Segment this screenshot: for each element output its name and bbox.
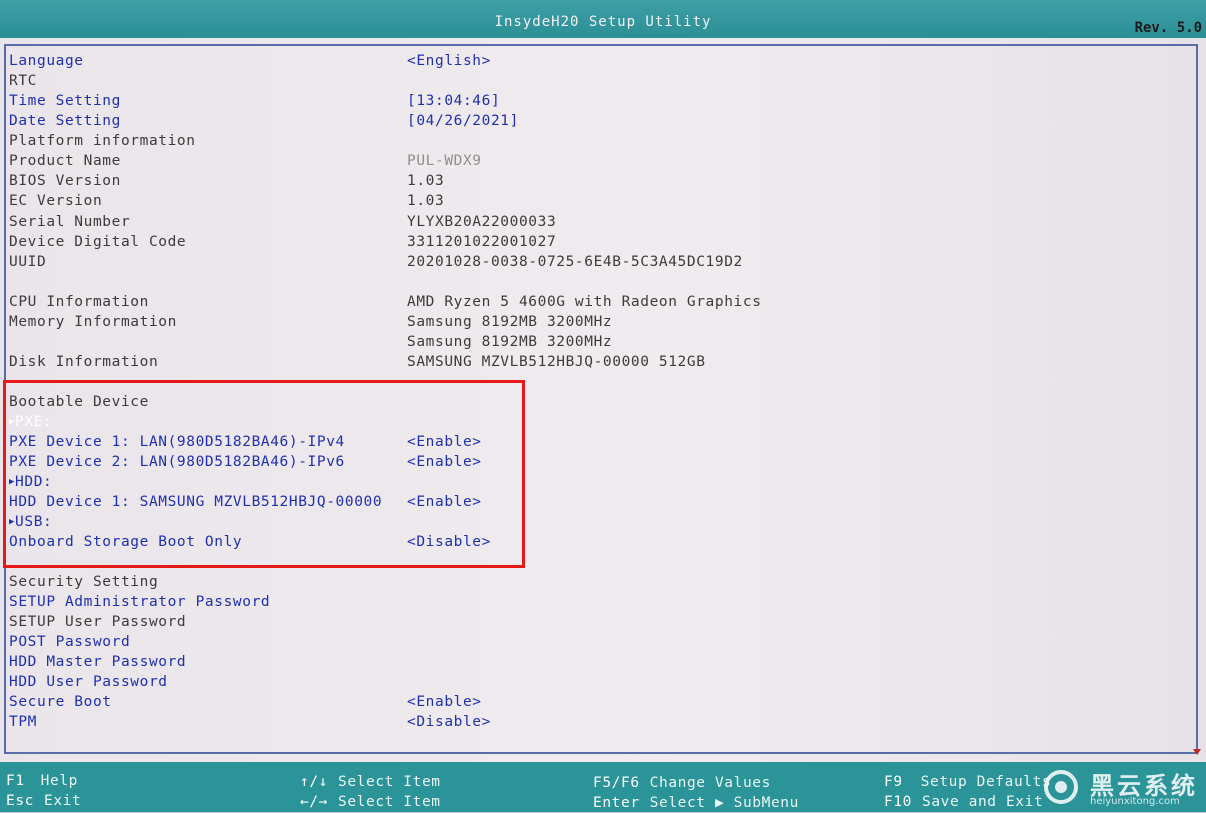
f5-f6-key: F5/F6	[593, 775, 640, 791]
exit-hint: Esc Exit	[6, 791, 81, 811]
time-setting-label: Time Setting	[9, 93, 121, 109]
ec-version-row: EC Version 1.03	[9, 191, 789, 211]
save-exit-hint: F10 Save and Exit	[884, 792, 1043, 812]
hdd-master-password-row[interactable]: HDD Master Password	[9, 652, 789, 672]
uuid-row: UUID 20201028-0038-0725-6E4B-5C3A45DC19D…	[9, 252, 789, 272]
memory-information-value-1: Samsung 8192MB 3200MHz	[407, 314, 613, 330]
device-digital-code-value: 3311201022001027	[407, 234, 557, 250]
select-item-desc: Select Item	[338, 794, 441, 810]
memory-information-label: Memory Information	[9, 314, 177, 330]
change-values-hint: F5/F6 Change Values	[593, 773, 771, 793]
watermark-logo: 黑云系统 heiyunxitong.com	[1040, 764, 1206, 812]
device-digital-code-row: Device Digital Code 3311201022001027	[9, 232, 789, 252]
submenu-hint: Enter Select ▶ SubMenu	[593, 793, 799, 813]
serial-number-row: Serial Number YLYXB20A22000033	[9, 212, 789, 232]
serial-number-value: YLYXB20A22000033	[407, 214, 557, 230]
select-item-desc: Select Item	[338, 774, 441, 790]
memory-information-row: Memory Information Samsung 8192MB 3200MH…	[9, 312, 789, 332]
time-setting-value[interactable]: [13:04:46]	[407, 91, 500, 111]
uuid-label: UUID	[9, 254, 47, 270]
cpu-information-value: AMD Ryzen 5 4600G with Radeon Graphics	[407, 294, 762, 310]
uuid-value: 20201028-0038-0725-6E4B-5C3A45DC19D2	[407, 254, 743, 270]
f9-key: F9	[884, 774, 903, 790]
select-item-horizontal-hint: ←/→ Select Item	[300, 792, 441, 812]
select-item-vertical-hint: ↑/↓ Select Item	[300, 772, 441, 792]
security-setting-heading: Security Setting	[9, 572, 789, 592]
platform-information-heading: Platform information	[9, 131, 789, 151]
security-setting-label: Security Setting	[9, 574, 159, 590]
post-password-row[interactable]: POST Password	[9, 632, 789, 652]
watermark-url: heiyunxitong.com	[1090, 796, 1180, 807]
title-bar: InsydeH20 Setup Utility Rev. 5.0	[0, 0, 1206, 38]
device-digital-code-label: Device Digital Code	[9, 234, 187, 250]
memory-information-value-2: Samsung 8192MB 3200MHz	[407, 334, 613, 350]
serial-number-label: Serial Number	[9, 214, 131, 230]
ec-version-value: 1.03	[407, 193, 445, 209]
memory-information-row-2: Samsung 8192MB 3200MHz	[9, 332, 789, 352]
esc-desc: Exit	[44, 793, 82, 809]
swirl-logo-icon	[1044, 770, 1078, 804]
setup-user-password-label: SETUP User Password	[9, 614, 187, 630]
cpu-information-row: CPU Information AMD Ryzen 5 4600G with R…	[9, 292, 789, 312]
platform-information-label: Platform information	[9, 133, 196, 149]
secure-boot-value[interactable]: <Enable>	[407, 692, 482, 712]
submenu-desc: Select ▶ SubMenu	[649, 795, 799, 811]
change-values-desc: Change Values	[649, 775, 771, 791]
setup-user-password-row: SETUP User Password	[9, 612, 789, 632]
date-setting-row[interactable]: Date Setting [04/26/2021]	[9, 111, 789, 131]
bios-version-value: 1.03	[407, 173, 445, 189]
rtc-heading: RTC	[9, 71, 789, 91]
esc-key: Esc	[6, 793, 34, 809]
tpm-label: TPM	[9, 714, 37, 730]
secure-boot-row[interactable]: Secure Boot <Enable>	[9, 692, 789, 712]
product-name-row: Product Name PUL-WDX9	[9, 151, 789, 171]
post-password-label[interactable]: POST Password	[9, 632, 130, 652]
disk-information-row: Disk Information SAMSUNG MZVLB512HBJQ-00…	[9, 352, 789, 372]
setup-defaults-hint: F9 Setup Defaults	[884, 772, 1051, 792]
cpu-information-label: CPU Information	[9, 294, 149, 310]
enter-key: Enter	[593, 795, 640, 811]
rtc-label: RTC	[9, 73, 37, 89]
f10-key: F10	[884, 794, 912, 810]
language-label: Language	[9, 53, 84, 69]
ec-version-label: EC Version	[9, 193, 103, 209]
tpm-value[interactable]: <Disable>	[407, 712, 491, 732]
hdd-user-password-row[interactable]: HDD User Password	[9, 672, 789, 692]
f1-desc: Help	[40, 773, 78, 789]
up-down-arrow-icon: ↑/↓	[300, 774, 328, 790]
setup-administrator-password-row[interactable]: SETUP Administrator Password	[9, 592, 789, 612]
setup-administrator-password-label[interactable]: SETUP Administrator Password	[9, 592, 270, 612]
disk-information-value: SAMSUNG MZVLB512HBJQ-00000 512GB	[407, 354, 706, 370]
utility-title: InsydeH20 Setup Utility	[494, 14, 712, 30]
language-value[interactable]: <English>	[407, 51, 491, 71]
save-exit-desc: Save and Exit	[922, 794, 1044, 810]
f1-key: F1	[6, 773, 25, 789]
secure-boot-label: Secure Boot	[9, 694, 112, 710]
disk-information-label: Disk Information	[9, 354, 159, 370]
bios-version-row: BIOS Version 1.03	[9, 171, 789, 191]
time-setting-row[interactable]: Time Setting [13:04:46]	[9, 91, 789, 111]
hdd-master-password-label[interactable]: HDD Master Password	[9, 652, 186, 672]
hdd-user-password-label[interactable]: HDD User Password	[9, 672, 168, 692]
date-setting-value[interactable]: [04/26/2021]	[407, 111, 519, 131]
bios-version-label: BIOS Version	[9, 173, 121, 189]
product-name-value: PUL-WDX9	[407, 153, 482, 169]
highlight-box	[3, 380, 525, 568]
scroll-down-arrow-icon[interactable]	[1193, 749, 1201, 755]
product-name-label: Product Name	[9, 153, 121, 169]
left-right-arrow-icon: ←/→	[300, 794, 328, 810]
language-row[interactable]: Language <English>	[9, 51, 789, 71]
tpm-row[interactable]: TPM <Disable>	[9, 712, 789, 732]
setup-defaults-desc: Setup Defaults	[920, 774, 1052, 790]
revision-label: Rev. 5.0	[1134, 20, 1202, 36]
help-hint: F1 Help	[6, 771, 78, 791]
date-setting-label: Date Setting	[9, 113, 121, 129]
